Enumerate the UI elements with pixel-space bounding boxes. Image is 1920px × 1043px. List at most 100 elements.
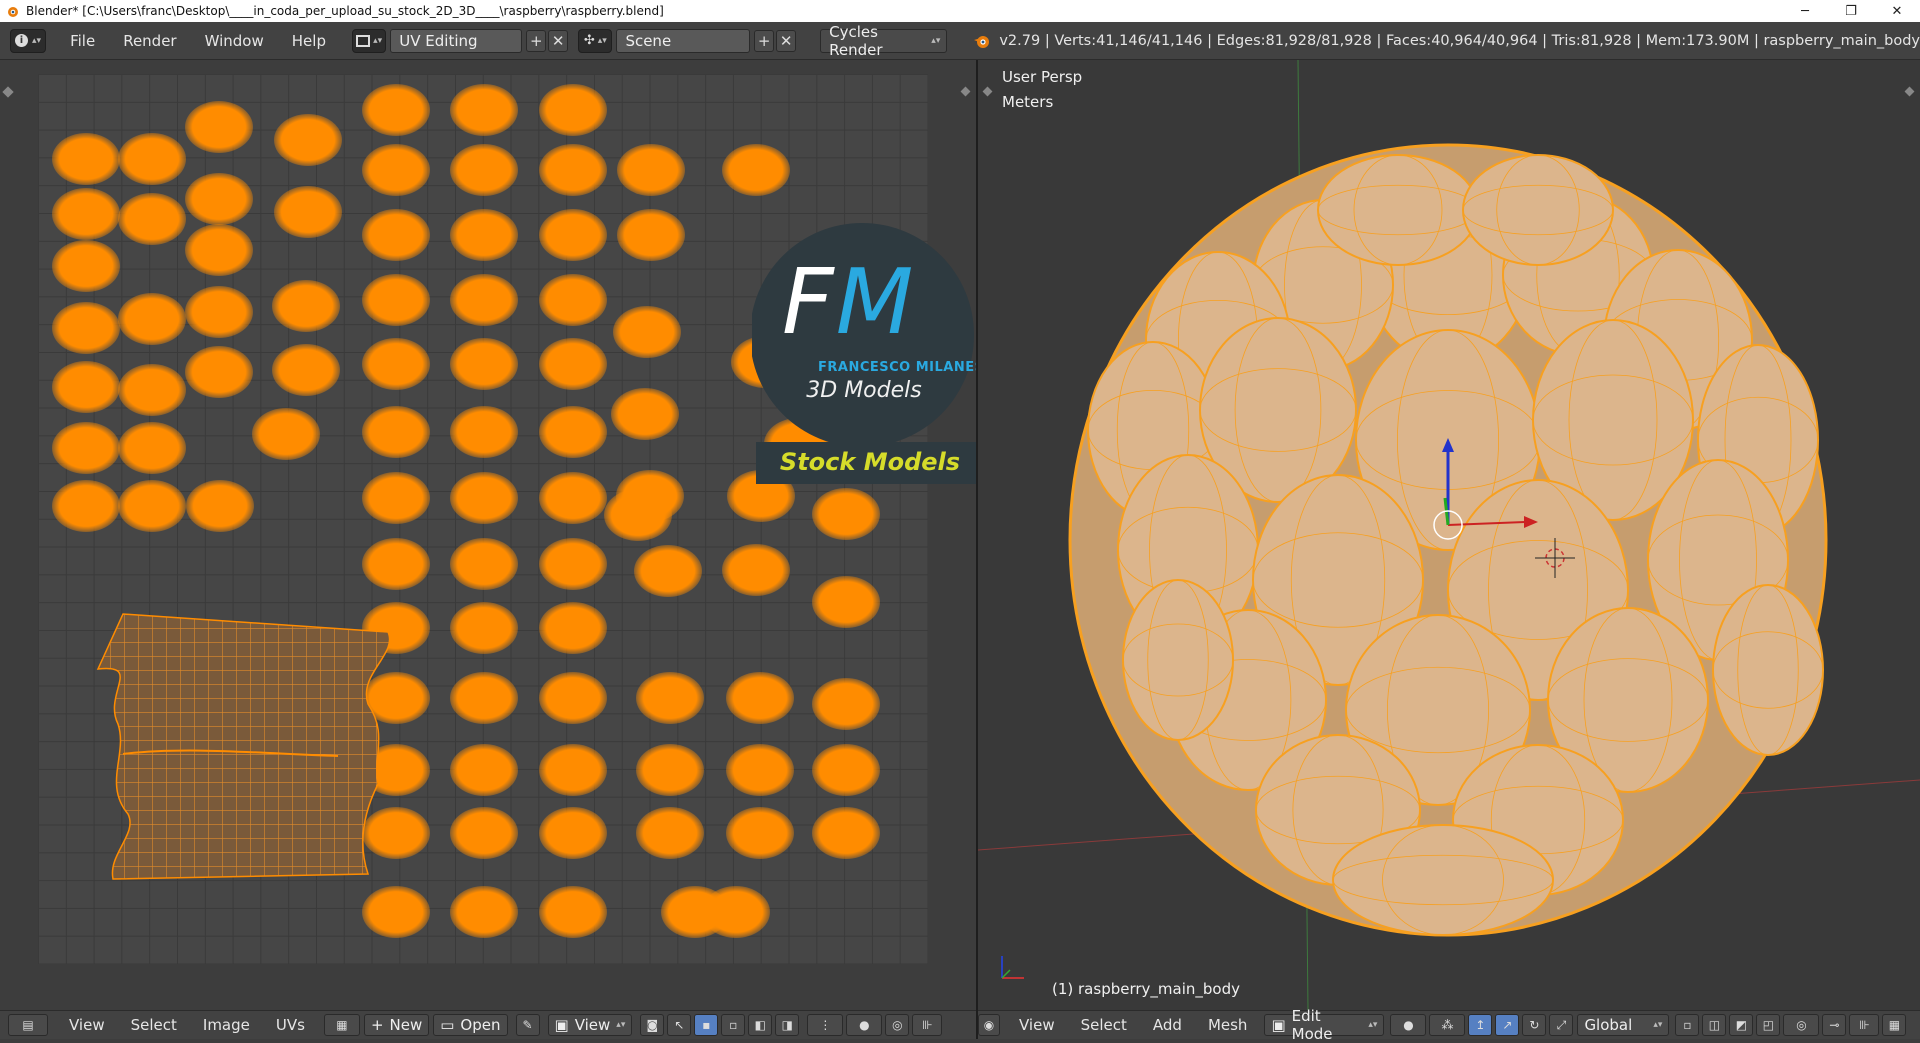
uv-drupe-island[interactable]: [272, 280, 340, 332]
uv-drupe-island[interactable]: [812, 744, 880, 796]
uv-drupe-island[interactable]: [450, 807, 518, 859]
vp-menu-add[interactable]: Add: [1140, 1016, 1195, 1034]
uv-drupe-island[interactable]: [52, 302, 120, 354]
uv-drupe-island[interactable]: [118, 133, 186, 185]
uv-drupe-island[interactable]: [274, 114, 342, 166]
uv-drupe-island[interactable]: [617, 209, 685, 261]
uv-drupe-island[interactable]: [702, 886, 770, 938]
uv-drupe-island[interactable]: [539, 672, 607, 724]
layout-name-field[interactable]: UV Editing: [390, 28, 523, 53]
uv-drupe-island[interactable]: [539, 209, 607, 261]
uv-drupe-island[interactable]: [812, 576, 880, 628]
vertex-select-icon[interactable]: ▪: [694, 1014, 719, 1036]
pivot-center-icon[interactable]: ⁂: [1429, 1014, 1466, 1036]
uv-drupe-island[interactable]: [52, 188, 120, 240]
uv-image-editor[interactable]: FM FM FRANCESCO MILANESE 3D Models Stock…: [0, 60, 993, 1010]
uv-drupe-island[interactable]: [362, 209, 430, 261]
uv-drupe-island[interactable]: [539, 338, 607, 390]
snap-element-icon[interactable]: ⊪: [1849, 1014, 1880, 1036]
uv-drupe-island[interactable]: [636, 744, 704, 796]
uv-drupe-island[interactable]: [186, 480, 254, 532]
uv-drupe-island[interactable]: [450, 274, 518, 326]
add-layout-button[interactable]: +: [526, 29, 547, 52]
menu-window[interactable]: Window: [191, 22, 278, 60]
uv-drupe-island[interactable]: [362, 886, 430, 938]
edge-select-icon[interactable]: ▫: [721, 1014, 746, 1036]
uv-drupe-island[interactable]: [362, 338, 430, 390]
uv-drupe-island[interactable]: [185, 346, 253, 398]
uv-drupe-island[interactable]: [52, 361, 120, 413]
drupelet-mesh[interactable]: [1122, 579, 1234, 741]
uv-main-body-island[interactable]: [96, 613, 391, 880]
uv-drupe-island[interactable]: [726, 744, 794, 796]
uv-drupe-island[interactable]: [726, 672, 794, 724]
sync-selection-icon[interactable]: ◙: [640, 1014, 665, 1036]
uv-drupe-island[interactable]: [52, 240, 120, 292]
uv-drupe-island[interactable]: [185, 101, 253, 153]
drupelet-mesh[interactable]: [1332, 824, 1554, 936]
transform-orientation-dropdown[interactable]: Global ▴▾: [1577, 1014, 1670, 1036]
uv-menu-uvs[interactable]: UVs: [263, 1016, 318, 1034]
uv-drupe-island[interactable]: [539, 406, 607, 458]
uv-drupe-island[interactable]: [450, 886, 518, 938]
snap-toggle-icon[interactable]: ⊸: [1822, 1014, 1847, 1036]
maximize-button[interactable]: ❐: [1828, 0, 1874, 22]
minimize-button[interactable]: ─: [1782, 0, 1828, 22]
open-image-button[interactable]: ▭ Open: [433, 1014, 508, 1036]
uv-drupe-island[interactable]: [52, 480, 120, 532]
uv-drupe-island[interactable]: [185, 173, 253, 225]
image-browse-button[interactable]: ▦: [323, 1014, 360, 1036]
uv-drupe-island[interactable]: [539, 274, 607, 326]
opengl-render-icon[interactable]: ▦: [1882, 1014, 1907, 1036]
uv-drupe-island[interactable]: [613, 306, 681, 358]
edge-mode-icon[interactable]: ◫: [1702, 1014, 1727, 1036]
3d-viewport[interactable]: User Persp Meters (1) raspberry_main_bod…: [978, 60, 1920, 1010]
uv-drupe-island[interactable]: [450, 84, 518, 136]
uv-drupe-island[interactable]: [450, 406, 518, 458]
uv-drupe-island[interactable]: [362, 274, 430, 326]
uv-drupe-island[interactable]: [118, 193, 186, 245]
editor-type-info-button[interactable]: i ▴▾: [10, 28, 47, 53]
uv-menu-select[interactable]: Select: [118, 1016, 190, 1034]
proportional-edit-icon[interactable]: ◎: [885, 1014, 910, 1036]
uv-grid[interactable]: [38, 74, 928, 964]
drupelet-mesh[interactable]: [1712, 584, 1824, 756]
rotate-icon[interactable]: ↻: [1522, 1014, 1547, 1036]
drupelet-mesh[interactable]: [1317, 154, 1479, 266]
uv-menu-view[interactable]: View: [56, 1016, 118, 1034]
vp-menu-select[interactable]: Select: [1068, 1016, 1140, 1034]
uv-drupe-island[interactable]: [636, 672, 704, 724]
delete-scene-button[interactable]: ✕: [776, 29, 797, 52]
layout-browse-button[interactable]: ▴▾: [351, 28, 387, 53]
view-mode-dropdown[interactable]: ▣ View ▴▾: [547, 1014, 633, 1036]
uv-drupe-island[interactable]: [362, 144, 430, 196]
cursor-select-icon[interactable]: ↖: [667, 1014, 692, 1036]
uv-drupe-island[interactable]: [539, 602, 607, 654]
manipulator-toggle-icon[interactable]: ↥: [1468, 1014, 1493, 1036]
scale-icon[interactable]: ⤢: [1549, 1014, 1574, 1036]
uv-drupe-island[interactable]: [272, 344, 340, 396]
snap-icon[interactable]: ⊪: [912, 1014, 943, 1036]
uv-drupe-island[interactable]: [450, 672, 518, 724]
uv-drupe-island[interactable]: [362, 538, 430, 590]
uv-drupe-island[interactable]: [450, 472, 518, 524]
uv-islands[interactable]: [38, 74, 928, 964]
editor-type-3d-button[interactable]: ◉: [978, 1014, 1000, 1036]
uv-drupe-island[interactable]: [450, 338, 518, 390]
uv-drupe-island[interactable]: [52, 133, 120, 185]
uv-drupe-island[interactable]: [274, 186, 342, 238]
uv-drupe-island[interactable]: [539, 472, 607, 524]
menu-render[interactable]: Render: [109, 22, 190, 60]
uv-drupe-island[interactable]: [118, 293, 186, 345]
uv-drupe-island[interactable]: [450, 744, 518, 796]
uv-drupe-island[interactable]: [539, 144, 607, 196]
face-mode-icon[interactable]: ◩: [1729, 1014, 1754, 1036]
vp-menu-view[interactable]: View: [1006, 1016, 1068, 1034]
limit-selection-icon[interactable]: ◰: [1756, 1014, 1781, 1036]
uv-drupe-island[interactable]: [539, 807, 607, 859]
editor-type-button[interactable]: ▤: [8, 1014, 48, 1036]
uv-drupe-island[interactable]: [362, 472, 430, 524]
uv-drupe-island[interactable]: [118, 422, 186, 474]
menu-help[interactable]: Help: [278, 22, 340, 60]
delete-layout-button[interactable]: ✕: [548, 29, 569, 52]
